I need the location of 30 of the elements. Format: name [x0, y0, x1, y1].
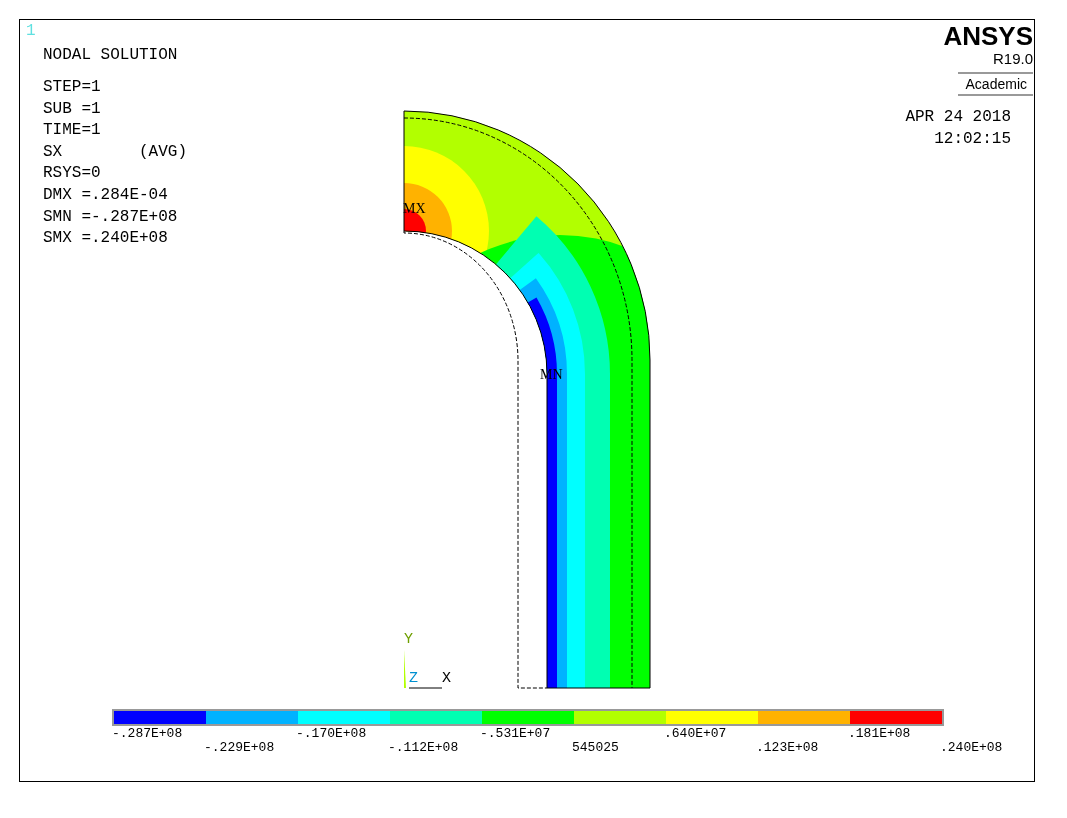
info-line: DMX =.284E-04	[43, 184, 168, 206]
info-line: RSYS=0	[43, 163, 101, 185]
logo-text: ANSYS	[943, 22, 1033, 50]
legend-value: -.112E+08	[388, 741, 459, 755]
legend-value: .123E+08	[756, 741, 819, 755]
info-line: TIME=1	[43, 120, 101, 142]
min-marker-label: MN	[540, 367, 563, 382]
info-line: SMN =-.287E+08	[43, 206, 178, 228]
legend-value: -.531E+07	[480, 727, 551, 741]
legend-value: -.287E+08	[112, 727, 183, 741]
info-line: SUB =1	[43, 98, 101, 120]
legend-value: .181E+08	[848, 727, 911, 741]
version-label: R19.0	[992, 50, 1033, 68]
axis-label: X	[442, 670, 451, 687]
info-line: STEP=1	[43, 77, 101, 98]
legend-value: .240E+08	[940, 741, 1003, 755]
axis-label: Y	[404, 631, 413, 648]
plot-title: NODAL SOLUTION	[43, 45, 178, 65]
date-label: APR 24 2018	[905, 107, 1011, 128]
legend-value: .640E+07	[664, 727, 727, 741]
info-line: SX (AVG)	[43, 141, 188, 163]
info-line: SMX =.240E+08	[43, 228, 168, 250]
axis-label: Z	[409, 670, 418, 687]
legend-value: -.170E+08	[296, 727, 367, 741]
time-label: 12:02:15	[934, 129, 1011, 150]
license-label: Academic	[957, 72, 1033, 96]
legend-value: -.229E+08	[204, 741, 275, 755]
max-marker-label: MX	[403, 201, 426, 216]
window-number: 1	[26, 23, 36, 39]
legend-value: 545025	[572, 741, 619, 755]
